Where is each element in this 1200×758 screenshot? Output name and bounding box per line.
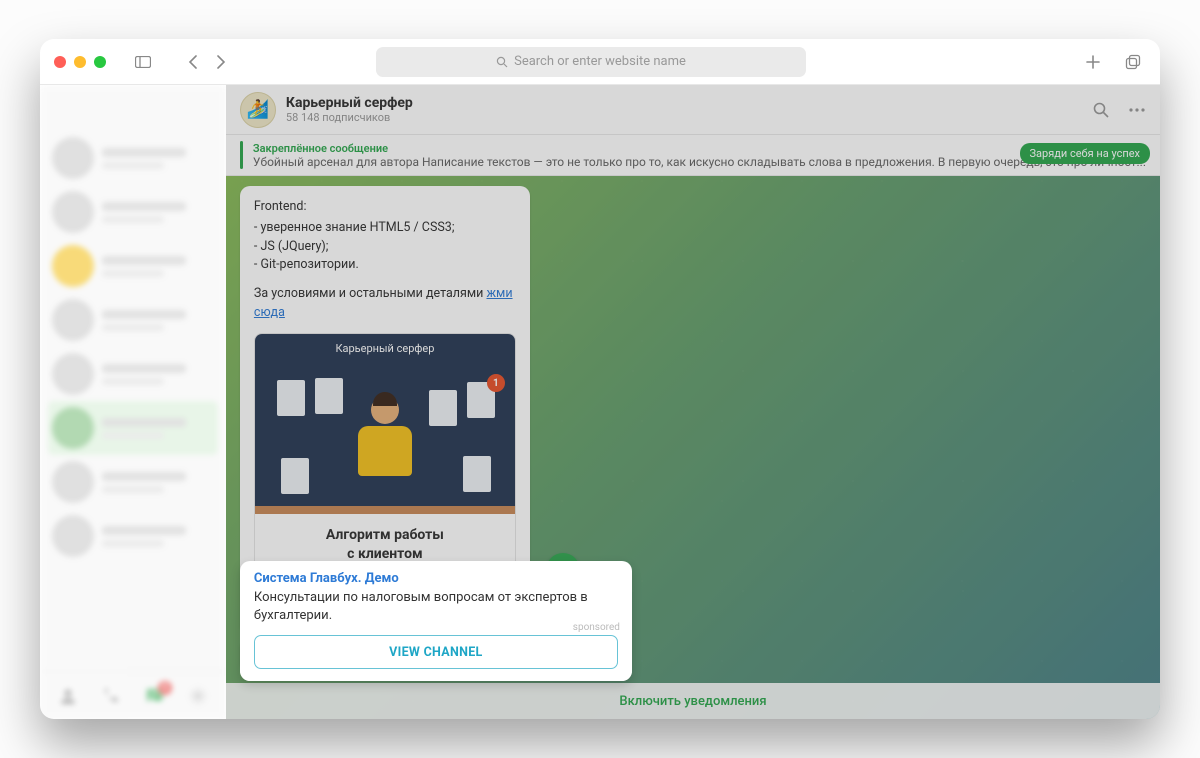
pinned-text: Убойный арсенал для автора Написание тек… xyxy=(253,155,1146,169)
address-placeholder: Search or enter website name xyxy=(514,54,686,69)
chat-header: 🏄 Карьерный серфер 58 148 подписчиков xyxy=(226,85,1160,135)
pinned-label: Закреплённое сообщение xyxy=(253,142,1146,155)
message-line: - JS (JQuery); xyxy=(254,238,516,257)
preview-source: Карьерный серфер xyxy=(255,334,515,365)
back-button[interactable] xyxy=(180,49,206,75)
chat-list-item[interactable] xyxy=(48,347,218,401)
close-window[interactable] xyxy=(54,56,66,68)
window-controls xyxy=(54,56,106,68)
chat-list-item[interactable] xyxy=(48,509,218,563)
chat-list-sidebar: 3 xyxy=(40,85,226,719)
pinned-pill[interactable]: Заряди себя на успех xyxy=(1020,143,1150,164)
sidebar-toggle-icon[interactable] xyxy=(130,49,156,75)
preview-badge: 1 xyxy=(487,374,505,392)
calls-icon[interactable] xyxy=(100,685,122,707)
forward-button[interactable] xyxy=(208,49,234,75)
message-details: За условиями и остальными деталями xyxy=(254,286,487,301)
sponsored-card: Система Главбух. Демо Консультации по на… xyxy=(240,561,632,681)
link-preview[interactable]: Карьерный серфер 1 Алгоритм работы с кли… xyxy=(254,333,516,596)
view-channel-button[interactable]: VIEW CHANNEL xyxy=(254,635,618,669)
message-line: - уверенное знание HTML5 / CSS3; xyxy=(254,219,516,238)
chat-list-item[interactable] xyxy=(48,455,218,509)
address-bar[interactable]: Search or enter website name xyxy=(376,47,806,77)
enable-notifications-link[interactable]: Включить уведомления xyxy=(619,694,766,709)
ad-body: Консультации по налоговым вопросам от эк… xyxy=(254,589,618,625)
minimize-window[interactable] xyxy=(74,56,86,68)
unread-badge: 3 xyxy=(158,681,172,695)
contacts-icon[interactable] xyxy=(57,685,79,707)
sidebar-bottom-nav: 3 xyxy=(40,671,226,719)
chat-list-item[interactable] xyxy=(48,131,218,185)
chat-list-item[interactable] xyxy=(48,185,218,239)
search-icon xyxy=(496,56,508,68)
pin-indicator xyxy=(240,141,243,169)
chats-icon[interactable]: 3 xyxy=(144,685,166,707)
message-section: Frontend: xyxy=(254,198,516,217)
more-icon[interactable] xyxy=(1128,101,1146,119)
search-in-chat-icon[interactable] xyxy=(1092,101,1110,119)
ad-title[interactable]: Система Главбух. Демо xyxy=(254,571,618,586)
tabs-overview-button[interactable] xyxy=(1120,49,1146,75)
channel-avatar[interactable]: 🏄 xyxy=(240,92,276,128)
chat-bottom-bar: Включить уведомления xyxy=(226,683,1160,719)
preview-image: 1 xyxy=(255,364,515,514)
titlebar: Search or enter website name xyxy=(40,39,1160,85)
sponsored-label: sponsored xyxy=(573,622,620,633)
chat-list-item[interactable] xyxy=(48,293,218,347)
chat-list-item[interactable] xyxy=(48,401,218,455)
pinned-message[interactable]: Закреплённое сообщение Убойный арсенал д… xyxy=(226,135,1160,176)
channel-subscribers: 58 148 подписчиков xyxy=(286,111,413,124)
browser-window: Search or enter website name xyxy=(40,39,1160,719)
new-tab-button[interactable] xyxy=(1080,49,1106,75)
chat-main: 🏄 Карьерный серфер 58 148 подписчиков За… xyxy=(226,85,1160,719)
channel-title: Карьерный серфер xyxy=(286,95,413,111)
maximize-window[interactable] xyxy=(94,56,106,68)
settings-icon[interactable] xyxy=(187,685,209,707)
chat-list-item[interactable] xyxy=(48,239,218,293)
message-line: - Git-репозитории. xyxy=(254,256,516,275)
